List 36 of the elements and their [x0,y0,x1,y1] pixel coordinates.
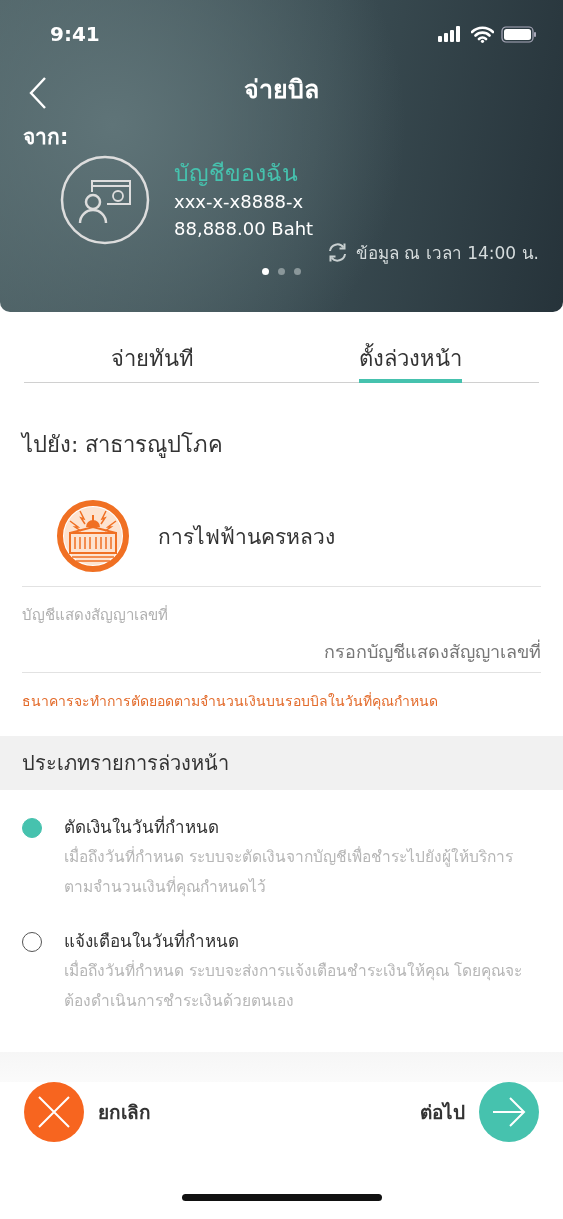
section-header: ประเภทรายการล่วงหน้า [0,736,563,790]
radio-button[interactable] [22,818,42,838]
page-dot[interactable] [262,268,269,275]
option-title: แจ้งเตือนในวันที่กำหนด [64,928,240,953]
screen-title: จ่ายบิล [244,74,319,106]
refresh-icon[interactable] [327,242,348,263]
back-button[interactable] [28,76,48,110]
option-title: ตัดเงินในวันที่กำหนด [64,814,220,839]
page-dot[interactable] [294,268,301,275]
wifi-icon [471,25,494,43]
from-label: จาก: [22,124,70,151]
account-card-icon [60,155,150,245]
biller-name: การไฟฟ้านครหลวง [158,523,335,551]
destination-heading: ไปยัง: สาธารณูปโภค [22,431,225,460]
arrow-right-icon [492,1097,526,1127]
radio-button[interactable] [22,932,42,952]
contract-number-field[interactable]: กรอกบัญชีแสดงสัญญาเลขที่ [22,631,541,672]
deduction-note: ธนาคารจะทำการตัดยอดตามจำนวนเงินบนรอบบิลในวันที่คุณกำหนด [22,691,439,712]
cancel-button[interactable] [24,1082,84,1142]
account-balance: 88,888.00 Baht [174,217,314,241]
tab[interactable]: ตั้งล่วงหน้า [358,326,462,383]
page-dot[interactable] [278,268,285,275]
status-time: 9:41 [50,22,100,46]
battery-icon [501,25,537,43]
field-label: บัญชีแสดงสัญญาเลขที่ [22,604,169,626]
close-icon [37,1095,71,1129]
account-name: บัญชีของฉัน [174,159,299,188]
account-number: xxx-x-x8888-x [174,190,305,214]
option-description: เมื่อถึงวันที่กำหนด ระบบจะตัดเงินจากบัญชีเพื่อชำระไปยังผู้ให้บริการ ตามจำนวนเงินที่คุณกำหนดไว้ [64,845,514,899]
cancel-link[interactable]: ยกเลิก [98,1097,151,1127]
next-link[interactable]: ต่อไป [420,1097,465,1127]
option-description: เมื่อถึงวันที่กำหนด ระบบจะส่งการแจ้งเตือนชำระเงินให้คุณ โดยคุณจะต้องดำเนินการชำระเงินด้วยตนเอง [64,959,523,1012]
building-logo-icon [56,499,130,573]
next-button[interactable] [479,1082,539,1142]
tab[interactable]: จ่ายทันที [111,326,195,383]
update-time: ข้อมูล ณ เวลา 14:00 น. [356,242,539,266]
